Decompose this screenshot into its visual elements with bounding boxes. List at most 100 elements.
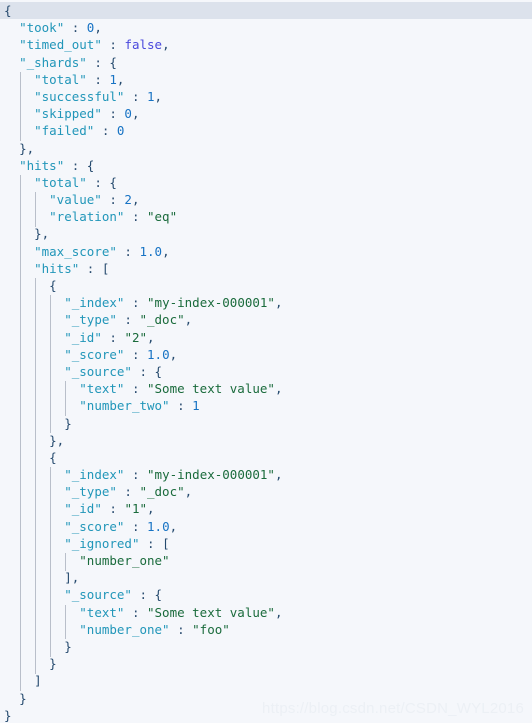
code-line[interactable]: {	[0, 449, 532, 466]
code-line[interactable]: "failed" : 0	[0, 122, 532, 139]
token-key: "_source"	[64, 363, 132, 379]
code-line[interactable]: "text" : "Some text value",	[0, 380, 532, 397]
token-punct: {	[109, 174, 117, 190]
token-str: "_doc"	[139, 312, 185, 328]
token-punct: ,	[147, 329, 155, 345]
token-op: :	[116, 312, 140, 328]
code-line[interactable]: "skipped" : 0,	[0, 105, 532, 122]
token-punct: ,	[116, 71, 125, 87]
code-line[interactable]: },	[0, 432, 532, 449]
token-key: "number_one"	[79, 621, 170, 637]
code-line[interactable]: "total" : 1,	[0, 71, 532, 88]
code-line[interactable]: "_score" : 1.0,	[0, 518, 532, 535]
token-num: 1.0	[147, 346, 170, 362]
code-line[interactable]: "_source" : {	[0, 363, 532, 380]
token-punct: ,	[147, 501, 155, 517]
code-line[interactable]: },	[0, 140, 532, 157]
code-line[interactable]: "took" : 0,	[0, 19, 532, 36]
token-key: "skipped"	[34, 106, 102, 122]
token-op: :	[124, 295, 148, 311]
code-line[interactable]: "number_one" : "foo"	[0, 621, 532, 638]
code-line[interactable]: {	[0, 2, 532, 20]
token-num: 0	[124, 106, 132, 122]
token-key: "_index"	[64, 295, 125, 311]
token-op: :	[124, 467, 148, 483]
code-line[interactable]: "_index" : "my-index-000001",	[0, 294, 532, 311]
code-line[interactable]: "_index" : "my-index-000001",	[0, 466, 532, 483]
code-line[interactable]: "_score" : 1.0,	[0, 346, 532, 363]
token-key: "number_two"	[79, 398, 170, 414]
token-key: "_index"	[64, 467, 125, 483]
token-key: "_score"	[64, 518, 125, 534]
code-line[interactable]: "total" : {	[0, 174, 532, 191]
token-punct: ,	[131, 106, 140, 122]
code-content[interactable]: { "took" : 0, "timed_out" : false, "_sha…	[0, 0, 532, 723]
token-op: :	[94, 123, 117, 139]
code-line[interactable]: "max_score" : 1.0,	[0, 243, 532, 260]
token-op: :	[79, 260, 102, 276]
code-line[interactable]: "_source" : {	[0, 586, 532, 603]
code-line[interactable]: "_type" : "_doc",	[0, 311, 532, 328]
code-line[interactable]: "relation" : "eq"	[0, 208, 532, 225]
code-line[interactable]: "_id" : "2",	[0, 329, 532, 346]
token-punct: {	[4, 3, 12, 18]
token-punct: {	[154, 363, 163, 379]
code-line[interactable]: "_ignored" : [	[0, 535, 532, 552]
code-line[interactable]: "text" : "Some text value",	[0, 604, 532, 621]
token-punct: }	[64, 638, 72, 654]
code-line[interactable]: }	[0, 415, 532, 432]
code-line[interactable]: ]	[0, 672, 532, 689]
token-str: "_doc"	[139, 484, 185, 500]
code-line[interactable]: {	[0, 277, 532, 294]
token-str: "Some text value"	[147, 381, 275, 397]
token-str: "number_one"	[79, 553, 170, 568]
code-line[interactable]: "number_one"	[0, 552, 532, 569]
token-op: :	[86, 174, 110, 190]
token-num: 1	[192, 398, 200, 414]
token-num: 1	[109, 71, 117, 87]
token-punct: ,	[162, 37, 170, 53]
token-key: "text"	[79, 381, 125, 397]
token-op: :	[86, 71, 110, 87]
token-punct: ,	[169, 346, 178, 362]
code-line[interactable]: "successful" : 1,	[0, 88, 532, 105]
code-line[interactable]: "value" : 2,	[0, 191, 532, 208]
code-line[interactable]: "_type" : "_doc",	[0, 483, 532, 500]
code-line[interactable]: "timed_out" : false,	[0, 36, 532, 53]
token-op: :	[64, 157, 87, 173]
token-num: 1.0	[139, 243, 163, 259]
token-punct: {	[49, 278, 57, 293]
code-line[interactable]: ],	[0, 569, 532, 586]
code-line[interactable]: "hits" : [	[0, 260, 532, 277]
token-punct: [	[101, 260, 110, 276]
token-punct: }	[4, 707, 12, 723]
code-line[interactable]: },	[0, 225, 532, 242]
code-line[interactable]: "_id" : "1",	[0, 500, 532, 517]
token-punct: ,	[94, 20, 102, 36]
code-line[interactable]: }	[0, 655, 532, 672]
code-line[interactable]: "_shards" : {	[0, 54, 532, 71]
token-bool: false	[124, 37, 163, 53]
token-op: :	[116, 484, 140, 500]
token-punct: }	[19, 690, 27, 706]
token-op: :	[131, 587, 155, 603]
code-line[interactable]: }	[0, 638, 532, 655]
code-line[interactable]: "hits" : {	[0, 157, 532, 174]
token-num: 2	[124, 192, 132, 208]
code-line[interactable]: "number_two" : 1	[0, 397, 532, 414]
